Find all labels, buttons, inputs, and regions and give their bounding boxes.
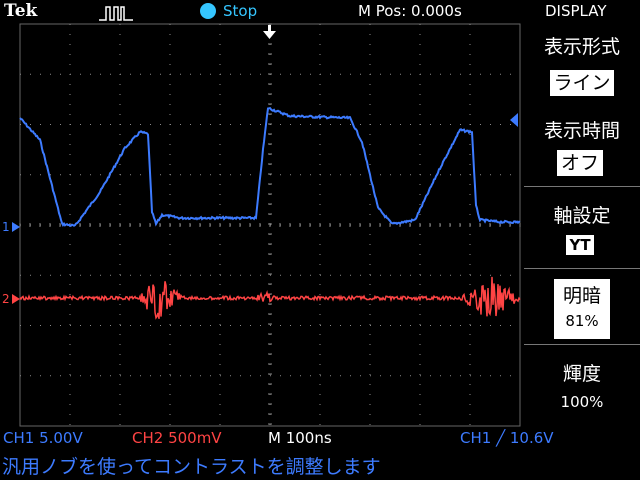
menu-title: DISPLAY [545,2,607,20]
menu-item-format[interactable]: 軸設定 YT [524,186,640,267]
contrast-box: 明暗 81% [554,279,610,339]
top-status-bar: Tek Stop M Pos: 0.000s DISPLAY [0,0,640,24]
format-label: 軸設定 [553,205,611,227]
brightness-label: 輝度 [562,363,601,385]
ch1-scale: CH1 5.00V [3,429,83,447]
menu-item-brightness[interactable]: 輝度 100% [524,344,640,427]
run-status: Stop [223,2,258,20]
brand-logo: Tek [4,1,38,21]
menu-item-persistence[interactable]: 表示時間 オフ [524,110,640,184]
contrast-label: 明暗 [562,285,601,307]
display-menu: 表示形式 ライン 表示時間 オフ 軸設定 YT 明暗 81% 輝度 100% [524,26,640,426]
pulse-waveform-icon [99,6,133,21]
trigger-setting: CH1 ╱ 10.6V [460,429,554,447]
menu-item-display-type[interactable]: 表示形式 ライン [524,26,640,102]
timebase: M 100ns [268,429,332,447]
display-type-label: 表示形式 [543,36,620,58]
format-value: YT [566,235,594,255]
brightness-value: 100% [560,393,604,411]
ch1-marker: 1 [2,220,10,234]
run-status-icon [200,3,216,19]
menu-item-contrast[interactable]: 明暗 81% [524,268,640,343]
persistence-label: 表示時間 [543,120,620,142]
ch2-marker: 2 [2,292,10,306]
display-type-value: ライン [550,70,614,96]
horizontal-position: M Pos: 0.000s [358,2,462,20]
bottom-status-bar: CH1 5.00V CH2 500mV M 100ns CH1 ╱ 10.6V [0,426,640,450]
ch2-scale: CH2 500mV [132,429,222,447]
help-message: 汎用ノブを使ってコントラストを調整します [2,456,381,478]
contrast-value: 81% [565,312,599,330]
persistence-value: オフ [557,150,603,176]
